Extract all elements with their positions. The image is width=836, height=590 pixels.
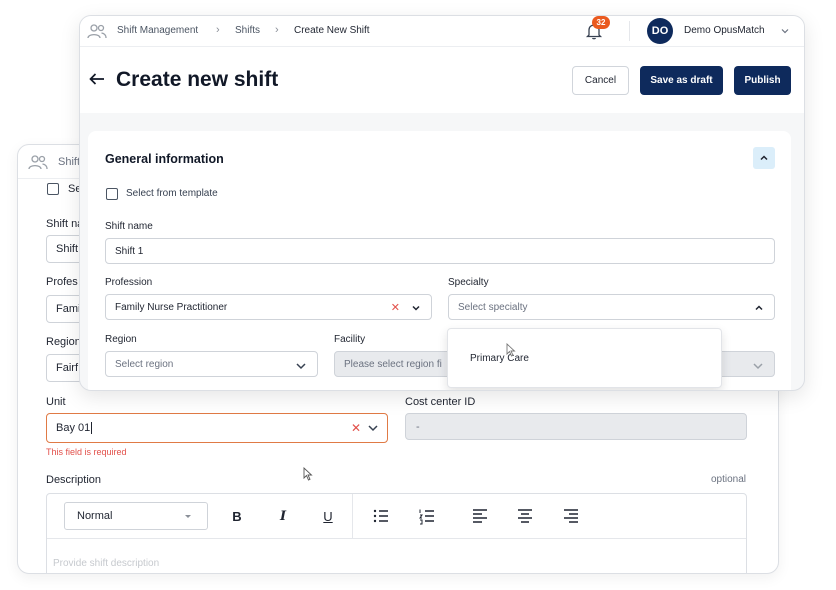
specialty-label: Specialty [448,277,489,288]
text-format-value: Normal [77,510,113,522]
profession-select[interactable]: Family Nurse Practitioner ✕ [105,294,432,320]
profession-label: Profes [46,276,78,288]
mouse-pointer-icon [303,467,313,481]
caret-down-icon [185,515,191,518]
description-label: Description [46,474,102,486]
align-left-icon[interactable] [470,506,490,526]
chevron-up-icon [760,155,768,161]
top-navigation-bar: Shift Management › Shifts › Create New S… [80,16,804,47]
shift-name-input[interactable]: Shift 1 [105,238,775,264]
region-select[interactable]: Select region [105,351,318,377]
breadcrumb-partial[interactable]: Shift [58,156,80,168]
avatar[interactable]: DO [647,18,673,44]
toolbar-divider [352,494,353,539]
topbar-divider [629,21,630,41]
breadcrumb-shifts[interactable]: Shifts [235,25,260,36]
back-arrow-icon[interactable] [88,70,106,88]
italic-button[interactable]: I [273,506,293,526]
underline-button[interactable]: U [318,506,338,526]
page-title: Create new shift [116,68,279,91]
chevron-down-icon[interactable] [295,360,307,372]
unit-error-message: This field is required [46,447,127,457]
shift-name-label: Shift name [105,221,153,232]
editor-toolbar: Normal B I U [47,494,746,539]
description-editor[interactable]: Normal B I U Provide shift description [46,493,747,573]
template-checkbox[interactable] [47,183,59,195]
create-shift-window: Shift Management › Shifts › Create New S… [79,15,805,391]
optional-hint: optional [710,474,746,485]
unit-value: Bay 01 [56,422,91,434]
breadcrumb-current: Create New Shift [294,25,370,36]
notification-count-badge: 32 [592,16,610,29]
chevron-down-icon[interactable] [411,303,421,313]
region-label: Region [105,334,137,345]
region-label: Region [46,336,81,348]
users-icon [87,24,107,39]
numbered-list-icon[interactable] [417,506,437,526]
profession-label: Profession [105,277,153,288]
facility-label: Facility [334,334,366,345]
select-from-template-checkbox[interactable] [106,188,118,200]
clear-icon[interactable]: ✕ [391,301,400,314]
user-name[interactable]: Demo OpusMatch [684,25,765,36]
align-right-icon[interactable] [561,506,581,526]
cancel-button[interactable]: Cancel [572,66,629,95]
breadcrumb-shift-management[interactable]: Shift Management [117,25,198,36]
text-caret [91,422,93,434]
cost-center-label: Cost center ID [405,396,476,408]
specialty-dropdown-menu: Primary Care [447,328,722,388]
description-placeholder: Provide shift description [53,558,160,569]
bold-button[interactable]: B [227,506,247,526]
cost-center-input: - [405,413,747,440]
chevron-down-icon[interactable] [367,422,379,434]
dropdown-option[interactable]: Primary Care [470,353,529,364]
bullet-list-icon[interactable] [371,506,391,526]
chevron-down-icon[interactable] [780,26,790,36]
chevron-down-icon [753,363,763,370]
save-as-draft-button[interactable]: Save as draft [640,66,723,95]
specialty-select[interactable]: Select specialty [448,294,775,320]
align-center-icon[interactable] [515,506,535,526]
breadcrumb-separator-icon: › [216,24,220,36]
select-from-template-label: Select from template [126,188,218,199]
region-placeholder: Select region [115,358,174,370]
facility-placeholder: Please select region fi [344,358,442,370]
shift-name-label: Shift na [46,218,84,230]
text-format-select[interactable]: Normal [64,502,208,530]
clear-icon[interactable]: ✕ [351,421,361,435]
breadcrumb-separator-icon: › [275,24,279,36]
section-title: General information [105,152,224,166]
specialty-placeholder: Select specialty [458,301,528,313]
unit-input[interactable]: Bay 01 ✕ [46,413,388,443]
publish-button[interactable]: Publish [734,66,791,95]
collapse-section-button[interactable] [753,147,775,169]
profession-value: Family Nurse Practitioner [115,301,228,313]
mouse-pointer-icon [506,343,516,357]
page-header: Create new shift Cancel Save as draft Pu… [80,47,804,113]
chevron-up-icon[interactable] [754,303,764,313]
users-icon [28,154,48,169]
unit-label: Unit [46,396,66,408]
